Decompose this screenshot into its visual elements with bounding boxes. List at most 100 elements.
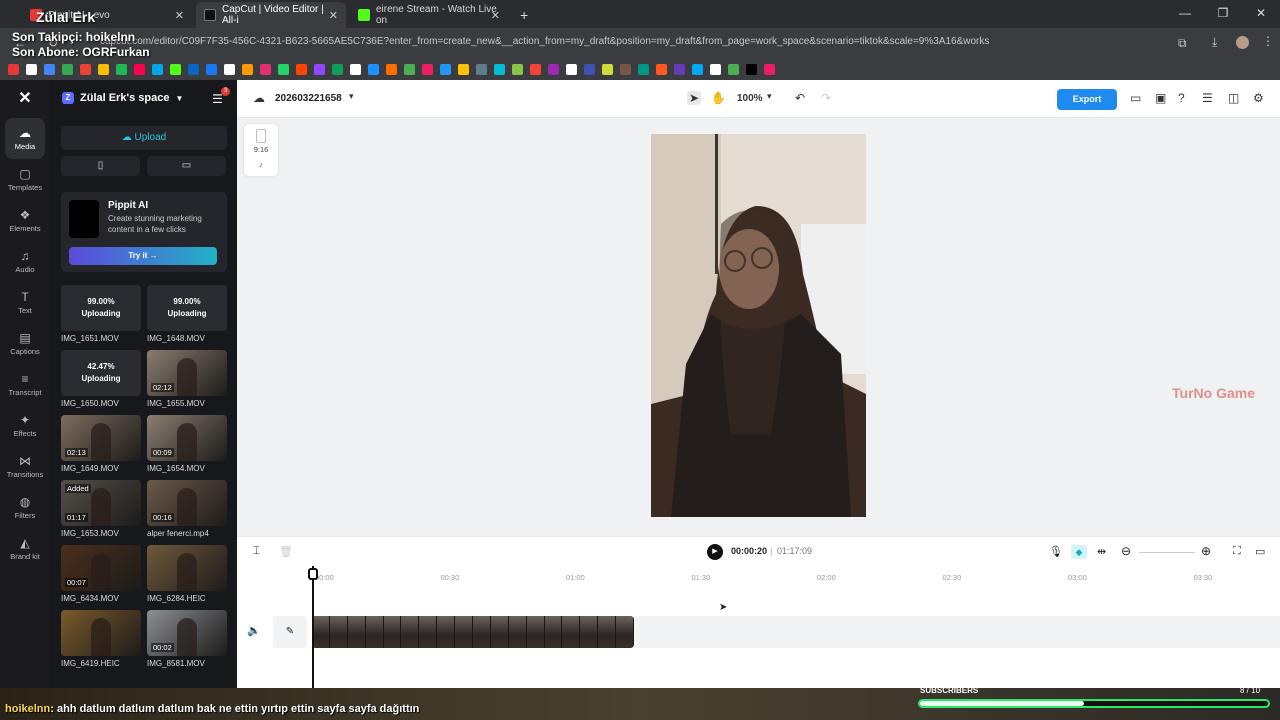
cloud-save-icon[interactable]: ☁	[253, 91, 265, 105]
bookmark-icon[interactable]	[296, 63, 307, 75]
split-icon[interactable]: ⌶	[253, 545, 260, 558]
download-icon[interactable]: ⤓	[1212, 35, 1217, 50]
upload-button[interactable]: ☁ Upload	[61, 126, 227, 150]
bookmark-icon[interactable]	[422, 63, 433, 75]
media-thumbnail[interactable]: 00:02	[147, 610, 227, 656]
list-icon[interactable]: ☰	[1202, 91, 1213, 105]
menu-icon[interactable]: ⋮	[1262, 34, 1274, 48]
export-button[interactable]: Export	[1057, 89, 1117, 110]
rail-item-transcript[interactable]: ≡ Transcript	[0, 364, 50, 405]
browser-tab-capcut[interactable]: CapCut | Video Editor | All-i ✕	[196, 2, 346, 28]
media-thumbnail[interactable]: 02:12	[147, 350, 227, 396]
url-field[interactable]: capcut.com/editor/C09F7F35-456C-4321-B62…	[100, 36, 990, 47]
bookmark-icon[interactable]	[116, 63, 127, 75]
rail-item-brand-kit[interactable]: ◭ Brand kit	[0, 528, 50, 569]
playhead[interactable]	[308, 566, 318, 688]
present-icon[interactable]: ▭	[1130, 91, 1141, 105]
zoom-in-icon[interactable]: ⊕	[1201, 544, 1211, 558]
bookmark-icon[interactable]	[314, 63, 325, 75]
media-thumbnail[interactable]: 00:16	[147, 480, 227, 526]
close-tab-icon[interactable]: ✕	[175, 9, 184, 22]
play-button[interactable]: ▶	[707, 544, 723, 560]
microphone-icon[interactable]: 🎙	[1049, 545, 1063, 558]
bookmark-icon[interactable]	[170, 63, 181, 75]
media-thumbnail[interactable]: 99.00% Uploading	[61, 285, 141, 331]
comment-icon[interactable]: ▭	[1255, 545, 1265, 558]
rail-item-effects[interactable]: ✦ Effects	[0, 405, 50, 446]
bookmark-icon[interactable]	[242, 63, 253, 75]
bookmark-icon[interactable]	[602, 63, 613, 75]
profile-avatar[interactable]	[1236, 36, 1249, 49]
phone-upload-button[interactable]: ▯	[61, 156, 140, 176]
layout-icon[interactable]: ◫	[1228, 91, 1239, 105]
media-thumbnail[interactable]: 00:07	[61, 545, 141, 591]
zoom-out-icon[interactable]: ⊖	[1121, 544, 1131, 558]
bookmark-icon[interactable]	[440, 63, 451, 75]
bookmark-icon[interactable]	[512, 63, 523, 75]
notifications-icon[interactable]: ☰ 3	[212, 87, 230, 106]
redo-icon[interactable]: ↷	[821, 91, 831, 105]
rail-item-audio[interactable]: ♫ Audio	[0, 241, 50, 282]
bookmark-icon[interactable]	[746, 63, 757, 75]
bookmark-icon[interactable]	[26, 63, 37, 75]
playhead-handle[interactable]	[308, 568, 318, 580]
rail-item-captions[interactable]: ▤ Captions	[0, 323, 50, 364]
bookmark-icon[interactable]	[188, 63, 199, 75]
bookmark-icon[interactable]	[638, 63, 649, 75]
bookmark-icon[interactable]	[458, 63, 469, 75]
media-thumbnail[interactable]: 99.00% Uploading	[147, 285, 227, 331]
minimize-icon[interactable]: —	[1166, 0, 1204, 26]
rail-item-templates[interactable]: ▢ Templates	[0, 159, 50, 200]
help-icon[interactable]: ?	[1178, 91, 1185, 105]
zoom-slider[interactable]	[1139, 552, 1195, 553]
bookmark-icon[interactable]	[260, 63, 271, 75]
bookmark-icon[interactable]	[368, 63, 379, 75]
bookmark-icon[interactable]	[224, 63, 235, 75]
zoom-level[interactable]: 100%	[737, 93, 763, 104]
close-tab-icon[interactable]: ✕	[329, 9, 338, 22]
video-clip[interactable]	[312, 616, 634, 648]
extensions-icon[interactable]: ⧉	[1178, 36, 1187, 51]
media-thumbnail[interactable]	[147, 545, 227, 591]
rail-item-elements[interactable]: ❖ Elements	[0, 200, 50, 241]
bookmark-icon[interactable]	[656, 63, 667, 75]
bookmark-icon[interactable]	[476, 63, 487, 75]
bookmark-icon[interactable]	[548, 63, 559, 75]
project-name[interactable]: 202603221658	[275, 93, 342, 104]
rail-item-filters[interactable]: ◍ Filters	[0, 487, 50, 528]
bookmark-icon[interactable]	[386, 63, 397, 75]
hand-tool-icon[interactable]: ✋	[711, 91, 726, 105]
bookmark-icon[interactable]	[404, 63, 415, 75]
media-thumbnail[interactable]: 01:17 Added	[61, 480, 141, 526]
chevron-down-icon[interactable]: ▾	[349, 91, 354, 102]
browser-tab-kick[interactable]: eirene Stream - Watch Live on ✕	[350, 2, 508, 28]
screen-record-button[interactable]: ▭	[147, 156, 226, 176]
media-thumbnail[interactable]: 02:13	[61, 415, 141, 461]
bookmark-icon[interactable]	[350, 63, 361, 75]
close-tab-icon[interactable]: ✕	[491, 9, 500, 22]
bookmark-icon[interactable]	[152, 63, 163, 75]
media-thumbnail[interactable]	[61, 610, 141, 656]
undo-icon[interactable]: ↶	[795, 91, 805, 105]
bookmark-icon[interactable]	[8, 63, 19, 75]
bookmark-icon[interactable]	[134, 63, 145, 75]
bookmark-icon[interactable]	[692, 63, 703, 75]
rail-item-media[interactable]: ☁ Media	[5, 118, 45, 159]
bookmark-icon[interactable]	[710, 63, 721, 75]
bookmark-icon[interactable]	[584, 63, 595, 75]
bookmark-icon[interactable]	[674, 63, 685, 75]
select-tool-icon[interactable]: ➤	[687, 91, 702, 105]
volume-icon[interactable]: 🔈	[247, 624, 261, 637]
try-it-button[interactable]: Try it →	[69, 247, 217, 265]
new-tab-button[interactable]: +	[512, 2, 536, 28]
bookmark-icon[interactable]	[620, 63, 631, 75]
delete-icon[interactable]: 🗑	[279, 545, 293, 558]
workspace-selector[interactable]: Z Zülal Erk's space ▼	[62, 92, 183, 104]
bookmark-icon[interactable]	[278, 63, 289, 75]
bookmark-icon[interactable]	[62, 63, 73, 75]
media-thumbnail[interactable]: 42.47% Uploading	[61, 350, 141, 396]
bookmark-icon[interactable]	[44, 63, 55, 75]
split-view-icon[interactable]: ⇹	[1097, 545, 1106, 558]
chevron-down-icon[interactable]: ▾	[767, 91, 772, 102]
video-preview[interactable]	[651, 134, 866, 517]
